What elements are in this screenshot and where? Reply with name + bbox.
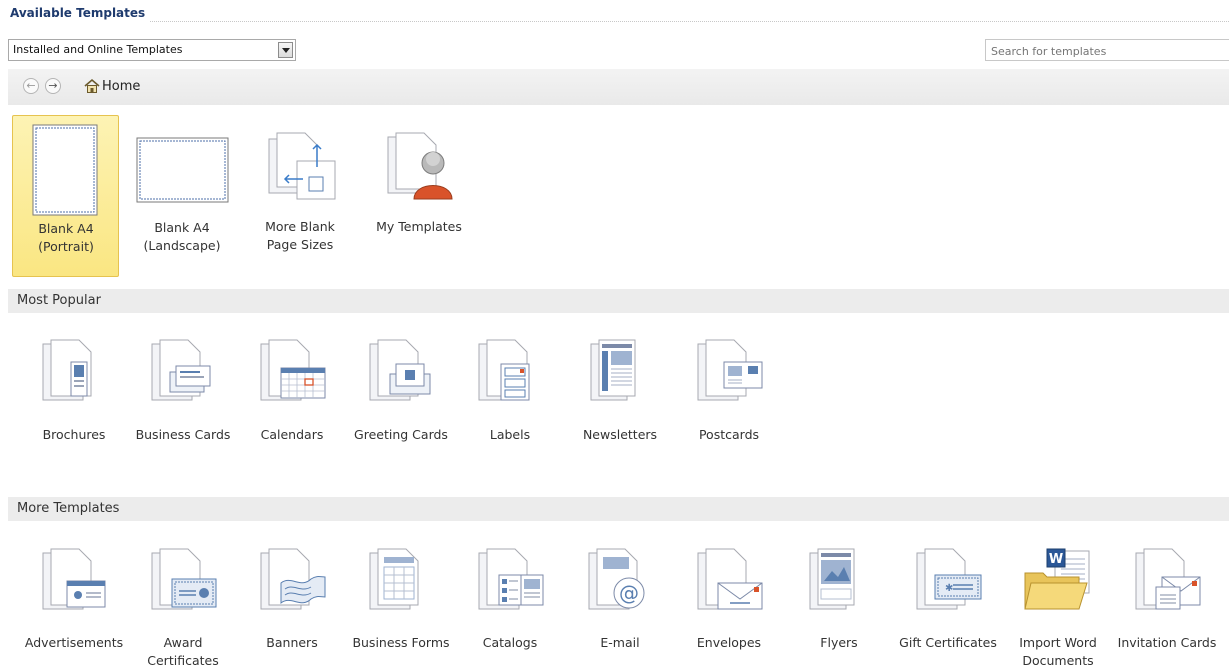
svg-text:@: @	[619, 581, 639, 605]
tile-label: Catalogs	[482, 635, 538, 650]
tile-award-certificates[interactable]: Award Certificates	[130, 547, 236, 670]
dropdown-value: Installed and Online Templates	[13, 43, 183, 56]
tile-label: Banners	[266, 635, 318, 650]
tile-label: Import Word Documents	[1019, 635, 1097, 668]
gift-certificate-icon: ✱	[916, 548, 982, 610]
tile-gift-certificates[interactable]: ✱ Gift Certificates	[895, 547, 1001, 670]
section-title: More Templates	[17, 501, 120, 516]
chevron-down-icon[interactable]	[278, 42, 293, 58]
tile-invitation-cards[interactable]: Invitation Cards	[1114, 547, 1220, 670]
tile-label: Business Cards	[135, 427, 231, 442]
tile-email[interactable]: @ E-mail	[567, 547, 673, 670]
tile-catalogs[interactable]: Catalogs	[457, 547, 563, 670]
tile-flyers[interactable]: Flyers	[786, 547, 892, 670]
tile-label: More Blank Page Sizes	[265, 219, 335, 252]
tile-blank-a4-landscape[interactable]: Blank A4 (Landscape)	[129, 115, 235, 277]
tile-label: Blank A4 (Portrait)	[38, 221, 94, 254]
tile-business-cards[interactable]: Business Cards	[130, 338, 236, 456]
title-divider	[150, 21, 1229, 22]
tile-label: Labels	[489, 427, 531, 442]
envelope-icon	[697, 548, 763, 610]
award-certificate-icon	[151, 548, 217, 610]
home-link[interactable]: Home	[84, 78, 140, 96]
tile-label: E-mail	[600, 635, 640, 650]
forward-arrow-icon: →	[48, 79, 58, 92]
tile-calendars[interactable]: Calendars	[239, 338, 345, 456]
tile-label: Calendars	[260, 427, 324, 442]
page-size-icon	[268, 132, 336, 200]
search-box[interactable]	[985, 39, 1229, 62]
tile-label: Postcards	[698, 427, 760, 442]
tile-label: Flyers	[820, 635, 858, 650]
section-header-most-popular: Most Popular	[8, 289, 1229, 313]
svg-text:W: W	[1049, 552, 1063, 567]
search-input[interactable]	[986, 41, 1229, 62]
label-icon	[478, 339, 530, 401]
newsletter-icon	[590, 339, 636, 401]
tile-envelopes[interactable]: Envelopes	[676, 547, 782, 670]
section-header-more-templates: More Templates	[8, 497, 1229, 521]
tile-label: Invitation Cards	[1117, 635, 1217, 650]
tile-my-templates[interactable]: My Templates	[366, 115, 472, 277]
word-folder-icon: W	[1024, 548, 1090, 610]
tile-more-blank-page-sizes[interactable]: More Blank Page Sizes	[247, 115, 353, 277]
tile-newsletters[interactable]: Newsletters	[567, 338, 673, 456]
business-form-icon	[369, 548, 419, 610]
business-card-icon	[151, 339, 211, 401]
calendar-icon	[260, 339, 326, 401]
landscape-page-icon	[136, 137, 229, 203]
email-icon: @	[588, 548, 645, 610]
flyer-icon	[809, 548, 855, 610]
banner-icon	[260, 548, 326, 610]
postcard-icon	[697, 339, 763, 401]
user-templates-icon	[387, 132, 453, 200]
tile-greeting-cards[interactable]: Greeting Cards	[348, 338, 454, 456]
tile-business-forms[interactable]: Business Forms	[348, 547, 454, 670]
portrait-page-icon	[32, 124, 98, 216]
tile-label: Business Forms	[352, 635, 450, 650]
back-arrow-icon: ←	[26, 79, 36, 92]
tile-label: Award Certificates	[147, 635, 219, 668]
home-icon	[84, 78, 100, 93]
forward-button[interactable]: →	[45, 78, 61, 94]
panel-title: Available Templates	[10, 6, 146, 20]
template-source-dropdown[interactable]: Installed and Online Templates	[8, 39, 296, 61]
catalog-icon	[478, 548, 544, 610]
tile-label: Brochures	[42, 427, 106, 442]
tile-brochures[interactable]: Brochures	[21, 338, 127, 456]
back-button[interactable]: ←	[23, 78, 39, 94]
svg-text:✱: ✱	[945, 583, 953, 594]
tile-banners[interactable]: Banners	[239, 547, 345, 670]
tile-import-word-documents[interactable]: W Import Word Documents	[1005, 547, 1111, 670]
tile-label: Envelopes	[696, 635, 762, 650]
tile-label: Advertisements	[24, 635, 124, 650]
greeting-card-icon	[369, 339, 431, 401]
navigation-bar: ← → Home	[8, 69, 1229, 105]
tile-label: Gift Certificates	[899, 635, 997, 650]
tile-postcards[interactable]: Postcards	[676, 338, 782, 456]
tile-label: My Templates	[376, 219, 462, 234]
advertisement-icon	[42, 548, 106, 610]
invitation-card-icon	[1135, 548, 1201, 610]
tile-label: Newsletters	[582, 427, 658, 442]
section-title: Most Popular	[17, 293, 101, 308]
tile-advertisements[interactable]: Advertisements	[21, 547, 127, 670]
brochure-icon	[42, 339, 92, 401]
home-label: Home	[102, 79, 141, 94]
tile-label: Greeting Cards	[354, 427, 448, 442]
tile-labels[interactable]: Labels	[457, 338, 563, 456]
tile-blank-a4-portrait[interactable]: Blank A4 (Portrait)	[12, 115, 119, 277]
tile-label: Blank A4 (Landscape)	[143, 220, 221, 253]
